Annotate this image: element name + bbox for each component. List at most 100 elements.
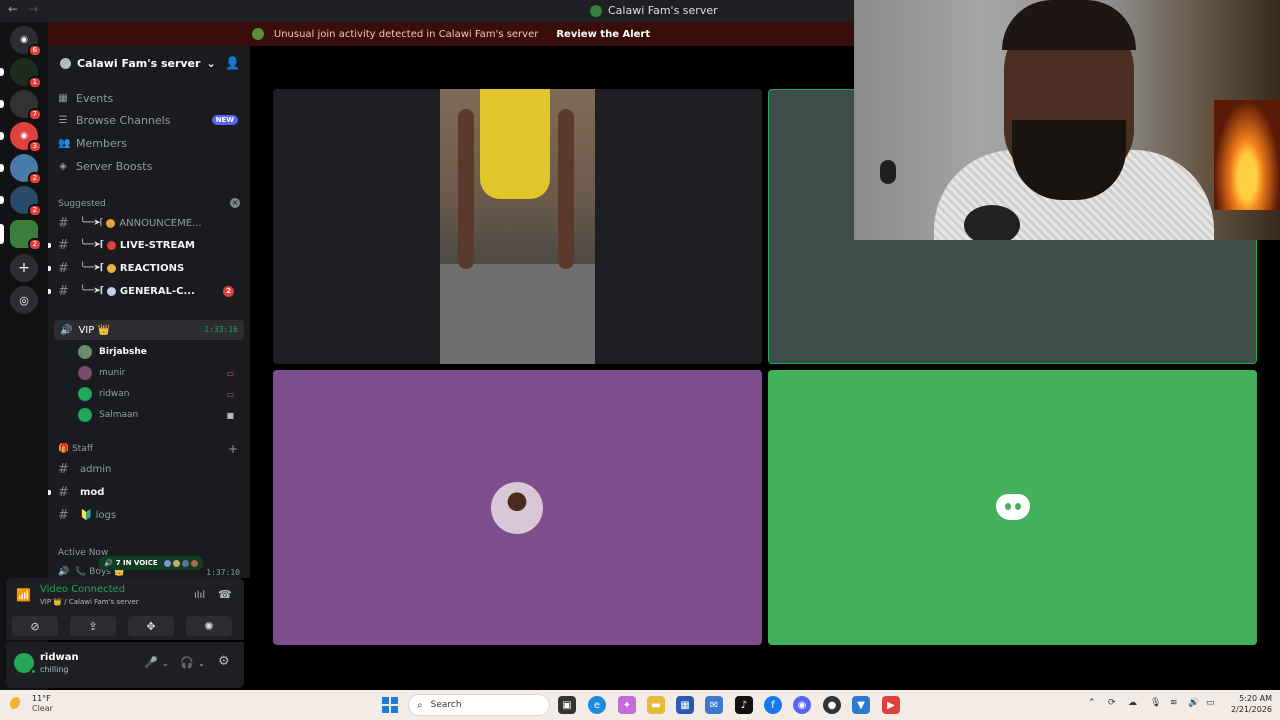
in-voice-pill[interactable]: 🔊 7 IN VOICE bbox=[98, 556, 203, 570]
video-tile-camera-feed[interactable] bbox=[273, 89, 762, 364]
chevron-down-icon[interactable]: ⌄ bbox=[198, 659, 205, 668]
server-icon bbox=[590, 4, 602, 17]
arm-shape bbox=[558, 109, 574, 269]
hash-icon: # bbox=[58, 484, 69, 500]
close-suggested-icon[interactable]: × bbox=[230, 198, 240, 208]
staff-category[interactable]: 🎁 Staff bbox=[58, 444, 93, 454]
obs-icon[interactable]: ● bbox=[823, 696, 841, 714]
settings-gear-icon[interactable]: ⚙ bbox=[218, 654, 230, 669]
shirt-shape bbox=[480, 89, 550, 199]
noise-suppression-icon[interactable]: ılıl bbox=[194, 590, 205, 601]
outlook-icon[interactable]: ✉ bbox=[705, 696, 723, 714]
facebook-icon[interactable]: f bbox=[764, 696, 782, 714]
username[interactable]: ridwan bbox=[40, 652, 79, 663]
video-tile-avatar-purple[interactable] bbox=[273, 370, 762, 645]
channel-admin[interactable]: # admin bbox=[58, 459, 244, 479]
system-clock[interactable]: 5:20 AM 2/21/2026 bbox=[1226, 693, 1272, 715]
server-1-icon[interactable]: 1 bbox=[0, 58, 42, 89]
wifi-icon[interactable]: ≋ bbox=[1170, 698, 1178, 708]
unread-pill bbox=[0, 196, 4, 204]
file-explorer-icon[interactable]: ▬ bbox=[647, 696, 665, 714]
members-icon: 👥 bbox=[58, 137, 71, 149]
unread-pill bbox=[0, 68, 4, 76]
voice-user-name: munir bbox=[99, 368, 126, 378]
server-2-icon[interactable]: 7 bbox=[0, 90, 42, 121]
channel-announcements[interactable]: # ╰──➤⌈ ANNOUNCEME... bbox=[58, 213, 244, 233]
voice-connected-panel: 📶 Video Connected VIP 👑 / Calawi Fam's s… bbox=[6, 578, 244, 640]
server-3-icon[interactable]: ◉ 3 bbox=[0, 122, 42, 153]
back-arrow-icon[interactable]: ← bbox=[8, 2, 18, 16]
activities-icon[interactable]: ✥ bbox=[128, 616, 174, 636]
voice-location[interactable]: VIP 👑 / Calawi Fam's server bbox=[40, 598, 139, 606]
voice-user[interactable]: ridwan ▭ bbox=[78, 384, 238, 404]
tree-decoration: ╰──➤⌈ bbox=[80, 240, 104, 250]
vpn-shield-icon[interactable]: ▼ bbox=[852, 696, 870, 714]
discord-home-icon[interactable]: ◉ 6 bbox=[10, 26, 42, 57]
signal-icon[interactable]: 📶 bbox=[16, 588, 31, 602]
battery-icon[interactable]: ▭ bbox=[1206, 698, 1215, 708]
copilot-icon[interactable]: ✦ bbox=[618, 696, 636, 714]
channel-reactions[interactable]: # ╰──➤⌈ REACTIONS bbox=[48, 258, 244, 278]
cloud-icon[interactable]: ☁ bbox=[1128, 698, 1137, 708]
channel-sidebar: Calawi Fam's server ⌄ 👤 ▦ Events ☰ Browse … bbox=[48, 46, 250, 578]
microphone-icon[interactable]: 🎙 bbox=[1150, 698, 1161, 708]
webcam-overlay bbox=[854, 0, 1280, 240]
weather-widget[interactable]: 11°F Clear bbox=[10, 694, 53, 714]
recorder-icon[interactable]: ▶ bbox=[882, 696, 900, 714]
search-icon: ⌕ bbox=[417, 699, 423, 711]
channel-logs[interactable]: # 🔰 logs bbox=[58, 505, 244, 525]
task-view-icon[interactable]: ▣ bbox=[558, 696, 576, 714]
window-title-text: Calawi Fam's server bbox=[608, 4, 718, 17]
sync-icon[interactable]: ⟳ bbox=[1108, 698, 1116, 708]
chevron-down-icon[interactable]: ⌄ bbox=[162, 659, 169, 668]
channel-label: LIVE-STREAM bbox=[119, 239, 195, 251]
voice-user[interactable]: munir ▭ bbox=[78, 363, 238, 383]
logo-eye bbox=[1015, 503, 1021, 510]
edge-icon[interactable]: e bbox=[588, 696, 606, 714]
tiktok-icon[interactable]: ♪ bbox=[735, 696, 753, 714]
menu-server-boosts[interactable]: ◈ Server Boosts bbox=[58, 156, 244, 176]
server-4-icon[interactable]: 2 bbox=[0, 154, 42, 185]
server-6-icon[interactable]: 2 bbox=[0, 220, 42, 251]
server-header[interactable]: Calawi Fam's server ⌄ 👤 bbox=[48, 46, 250, 80]
soundboard-icon[interactable]: ✺ bbox=[186, 616, 232, 636]
video-tile-avatar-green[interactable] bbox=[768, 370, 1257, 645]
discord-taskbar-icon[interactable]: ◉ bbox=[793, 696, 811, 714]
server-5-icon[interactable]: 2 bbox=[0, 186, 42, 217]
camera-off-icon[interactable]: ⊘ bbox=[12, 616, 58, 636]
hair-shape bbox=[1002, 0, 1136, 50]
taskbar-search[interactable]: ⌕ Search bbox=[408, 694, 550, 716]
channel-mod[interactable]: # mod bbox=[48, 482, 244, 502]
forward-arrow-icon[interactable]: → bbox=[28, 2, 38, 16]
add-server-icon[interactable]: + bbox=[10, 254, 38, 282]
menu-browse-channels[interactable]: ☰ Browse Channels NEW bbox=[58, 110, 244, 130]
review-alert-link[interactable]: Review the Alert bbox=[556, 29, 650, 40]
screen-share-icon[interactable]: ⇪ bbox=[70, 616, 116, 636]
voice-status[interactable]: Video Connected bbox=[40, 584, 125, 595]
voice-channel-vip[interactable]: 🔊 VIP 👑 1:33:16 bbox=[54, 320, 244, 340]
windows-start-icon[interactable] bbox=[382, 697, 398, 713]
discover-icon[interactable]: ◎ bbox=[10, 286, 38, 314]
rail-badge: 7 bbox=[27, 108, 42, 121]
invite-icon[interactable]: 👤 bbox=[225, 56, 240, 70]
boost-icon: ◈ bbox=[59, 160, 67, 172]
microphone-icon[interactable]: 🎤 bbox=[144, 656, 158, 669]
voice-user[interactable]: Birjabshe bbox=[78, 342, 238, 362]
menu-label: Browse Channels bbox=[76, 113, 171, 127]
headphones-icon[interactable]: 🎧 bbox=[180, 656, 194, 669]
screen-share-icon: ▭ bbox=[226, 389, 234, 399]
chevron-up-icon[interactable]: ⌃ bbox=[1088, 698, 1096, 708]
video-camera-icon: ■ bbox=[226, 410, 234, 420]
channel-general-chat[interactable]: # ╰──➤⌈ GENERAL-C... 2 bbox=[48, 281, 244, 301]
disconnect-icon[interactable]: ☎ bbox=[218, 588, 232, 601]
channel-live-stream[interactable]: # ╰──➤⌈ LIVE-STREAM bbox=[48, 235, 244, 255]
volume-icon[interactable]: 🔊 bbox=[1188, 698, 1199, 708]
store-icon[interactable]: ▦ bbox=[676, 696, 694, 714]
rail-badge: 2 bbox=[27, 238, 42, 251]
menu-members[interactable]: 👥 Members bbox=[58, 133, 244, 153]
voice-user[interactable]: Salmaan ■ bbox=[78, 405, 238, 425]
avatar bbox=[78, 345, 92, 359]
menu-events[interactable]: ▦ Events bbox=[58, 88, 244, 108]
microphone-shape bbox=[964, 205, 1020, 240]
add-channel-icon[interactable]: + bbox=[228, 442, 238, 456]
